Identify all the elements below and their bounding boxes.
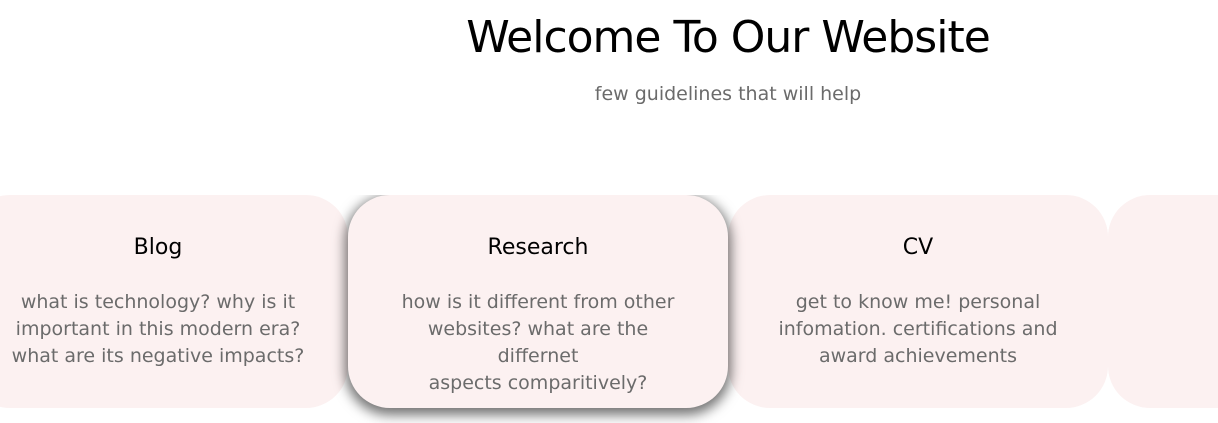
card-title: CV (902, 235, 934, 260)
card-description: how is it different from other websites?… (388, 289, 688, 397)
card-description-line: what are its negative impacts? (11, 345, 305, 367)
page-title: Welcome To Our Website (466, 12, 991, 63)
card-description-line: important in this modern era? (15, 318, 301, 340)
card-partial[interactable]: how appere abou (1108, 195, 1218, 408)
card-blog[interactable]: Blog what is technology? why is it impor… (0, 195, 348, 408)
card-description-line: infomation. certifications and (778, 318, 1058, 340)
card-description-line: get to know me! personal (795, 291, 1041, 313)
cards-carousel[interactable]: Blog what is technology? why is it impor… (0, 195, 1218, 423)
card-cv[interactable]: CV get to know me! personal infomation. … (728, 195, 1108, 408)
card-description-line: how is it different from other (401, 291, 675, 313)
page-subtitle: few guidelines that will help (594, 83, 862, 105)
card-description-line: appere (1148, 316, 1218, 343)
card-description-line: award achievements (818, 345, 1018, 367)
card-description-line: websites? what are the differnet (427, 318, 649, 367)
card-description: get to know me! personal infomation. cer… (768, 289, 1068, 370)
card-description-line: aspects comparitively? (428, 372, 648, 394)
card-title: Research (487, 235, 589, 260)
card-research[interactable]: Research how is it different from other … (348, 195, 728, 408)
card-description-line: what is technology? why is it (20, 291, 296, 313)
card-description-line: how (1148, 289, 1218, 316)
card-title: Blog (133, 235, 183, 260)
card-description: what is technology? why is it important … (8, 289, 308, 370)
card-description: how appere abou (1148, 289, 1218, 370)
card-description-line: abou (1148, 343, 1218, 370)
